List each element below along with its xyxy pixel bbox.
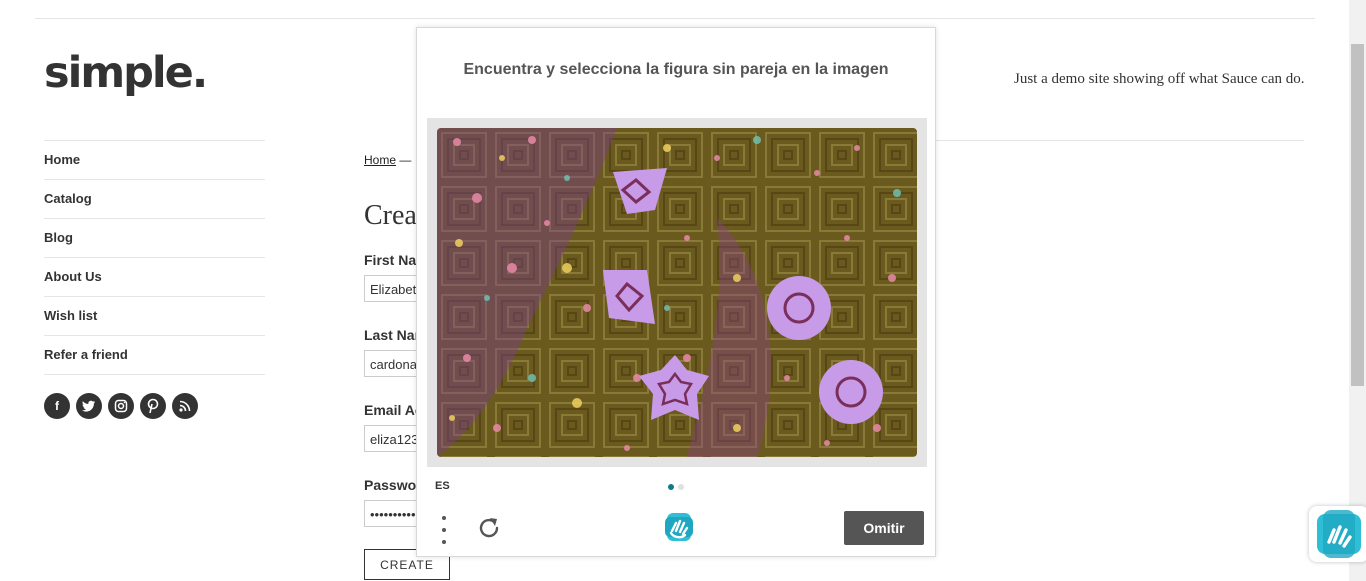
captcha-shape-circle-1[interactable] [767,276,831,340]
captcha-shape-diamond-2[interactable] [603,270,655,324]
breadcrumb: Home — [364,153,411,167]
site-tagline: Just a demo site showing off what Sauce … [1014,71,1305,87]
captcha-prompt: Encuentra y selecciona la figura sin par… [463,61,889,78]
hcaptcha-badge-icon[interactable] [1309,506,1366,562]
password-label: Passwor [364,477,422,493]
refresh-icon[interactable] [476,515,502,546]
last-name-label: Last Nar [364,327,421,343]
facebook-icon[interactable]: f [44,393,70,419]
sidebar-item-blog[interactable]: Blog [44,218,265,257]
hcaptcha-logo-icon[interactable] [661,509,697,550]
twitter-icon[interactable] [76,393,102,419]
scroll-thumb[interactable] [1351,44,1364,386]
more-options-icon[interactable] [437,516,451,544]
sidebar-item-home[interactable]: Home [44,140,265,179]
sidebar-nav: Home Catalog Blog About Us Wish list Ref… [44,140,265,375]
captcha-dialog: Encuentra y selecciona la figura sin par… [416,27,936,557]
page-title: Crea [364,200,417,231]
captcha-challenge-image [437,128,917,457]
captcha-image-frame [427,118,927,467]
first-name-label: First Nar [364,252,422,268]
sidebar-item-wish-list[interactable]: Wish list [44,296,265,335]
skip-button[interactable]: Omitir [844,511,924,545]
email-label: Email Ac [364,402,423,418]
page-scrollbar[interactable] [1349,0,1366,581]
language-selector[interactable]: ES [435,480,450,492]
page-dot-active [668,484,674,490]
page-dot [678,484,684,490]
social-links: f [44,393,198,419]
instagram-icon[interactable] [108,393,134,419]
captcha-shape-circle-2[interactable] [819,360,883,424]
breadcrumb-home-link[interactable]: Home [364,153,396,167]
rss-icon[interactable] [172,393,198,419]
sidebar-item-about-us[interactable]: About Us [44,257,265,296]
pinterest-icon[interactable] [140,393,166,419]
sidebar-item-refer-a-friend[interactable]: Refer a friend [44,335,265,375]
header-divider [934,140,1304,141]
breadcrumb-separator: — [399,153,412,167]
sidebar-item-catalog[interactable]: Catalog [44,179,265,218]
top-divider [35,18,1315,19]
site-logo[interactable]: simple. [44,48,208,98]
